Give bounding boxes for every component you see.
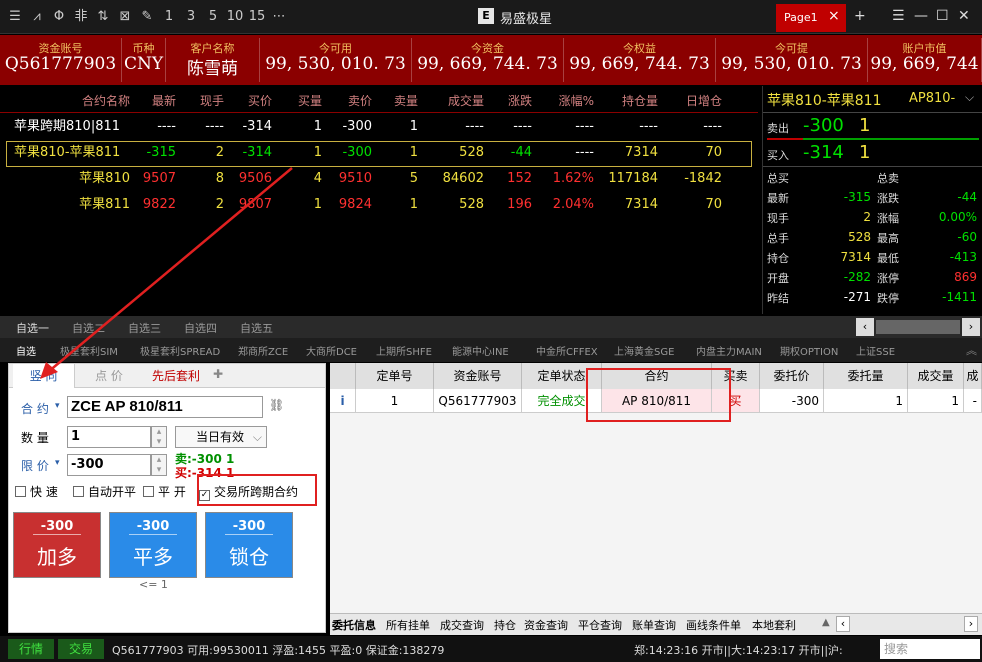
annotation-arrow [40, 167, 293, 379]
grid-highlight-box [586, 368, 731, 422]
